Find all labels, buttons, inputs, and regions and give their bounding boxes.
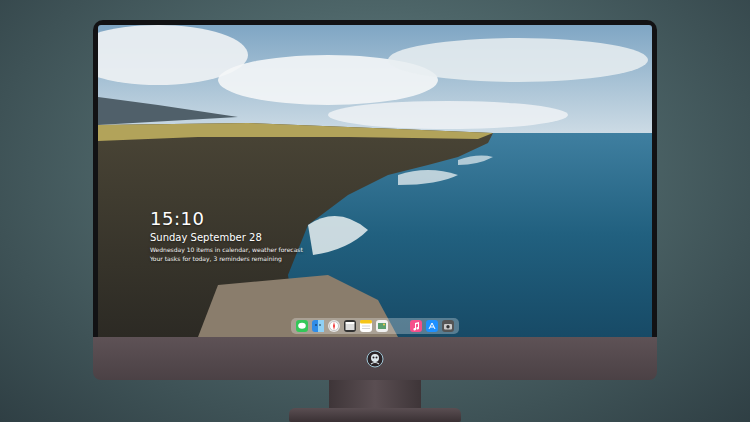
video-icon[interactable] — [344, 320, 356, 332]
monitor-stand-neck — [329, 380, 421, 408]
notification-line: Your tasks for today, 3 reminders remain… — [150, 255, 303, 262]
clock-time: 15:10 — [150, 209, 303, 229]
monitor-chin — [93, 337, 657, 380]
monitor-stand-base — [289, 408, 461, 422]
camera-icon[interactable] — [442, 320, 454, 332]
notes-icon[interactable] — [360, 320, 372, 332]
wallpaper-picture — [98, 25, 652, 337]
photos-icon[interactable] — [376, 320, 388, 332]
finder-icon[interactable] — [312, 320, 324, 332]
monitor-bezel: 15:10 Sunday September 28 Wednesday 10 ite… — [93, 20, 657, 337]
safari-icon[interactable] — [328, 320, 340, 332]
monitor: 15:10 Sunday September 28 Wednesday 10 ite… — [93, 20, 657, 422]
screen: 15:10 Sunday September 28 Wednesday 10 ite… — [98, 25, 652, 337]
clock-date: Sunday September 28 — [150, 231, 303, 244]
messages-icon[interactable] — [296, 320, 308, 332]
brand-logo-icon — [366, 350, 384, 368]
dock — [291, 318, 459, 334]
notification-line: Wednesday 10 items in calendar, weather … — [150, 246, 303, 253]
lock-screen-clock: 15:10 Sunday September 28 Wednesday 10 ite… — [150, 209, 303, 262]
music-icon[interactable] — [410, 320, 422, 332]
app-store-icon[interactable] — [426, 320, 438, 332]
